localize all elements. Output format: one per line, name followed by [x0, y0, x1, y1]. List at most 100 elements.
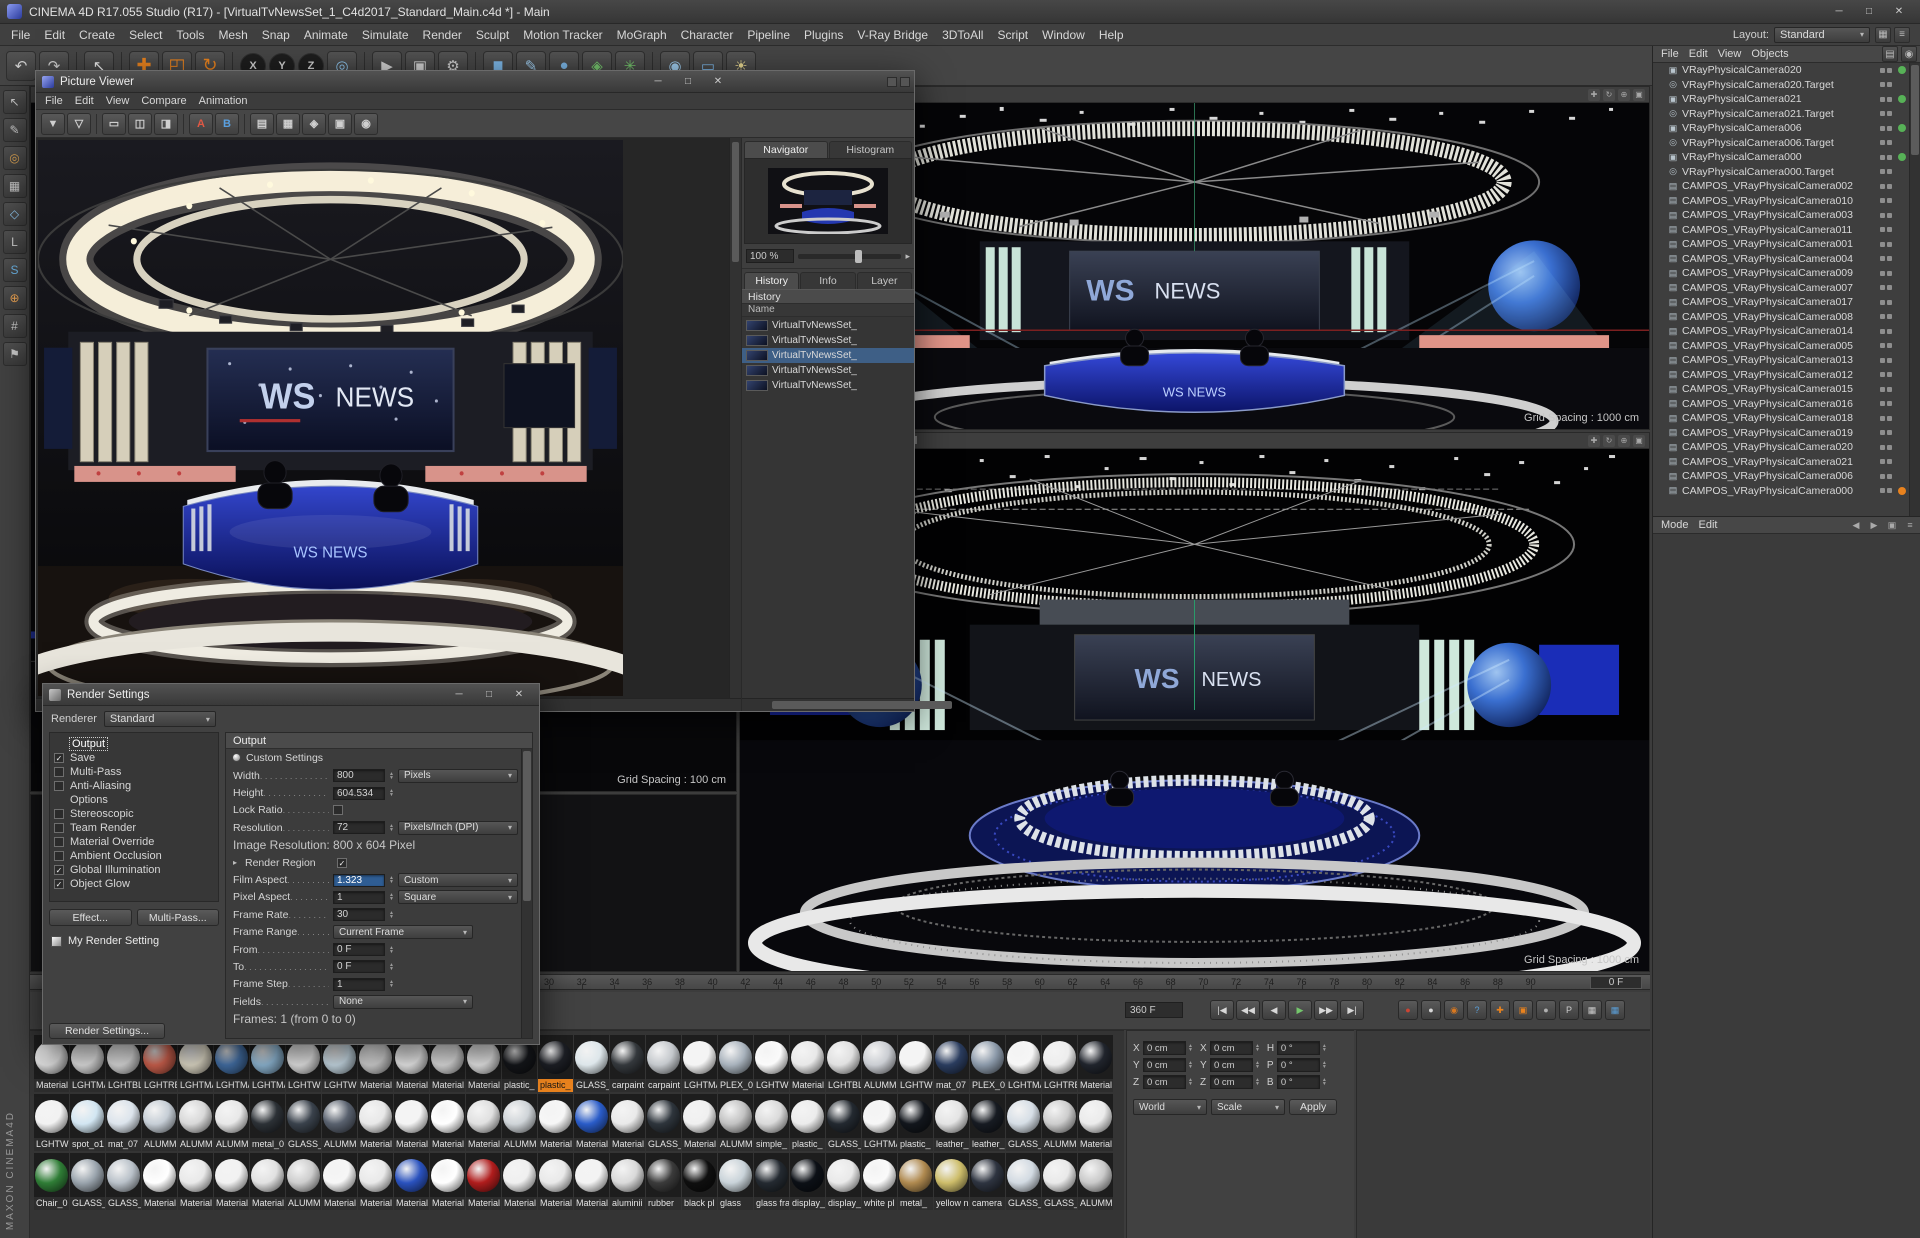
timeline-tick[interactable]: 78	[1327, 975, 1341, 989]
visibility-dots-icon[interactable]	[1880, 111, 1892, 117]
material-item[interactable]: ALUMM	[214, 1094, 249, 1151]
timeline-tick[interactable]: 82	[1393, 975, 1407, 989]
field-value[interactable]: 72	[333, 821, 385, 835]
material-item[interactable]: simple_	[754, 1094, 789, 1151]
scrollbar-thumb[interactable]	[772, 701, 952, 709]
timeline-tick[interactable]: 72	[1229, 975, 1243, 989]
object-row[interactable]: ▤ CAMPOS_VRayPhysicalCamera002	[1653, 179, 1920, 194]
timeline-tick[interactable]: 50	[869, 975, 883, 989]
om-menu-edit[interactable]: Edit	[1684, 48, 1713, 60]
grid-view-icon[interactable]: ▤	[250, 112, 274, 135]
object-state-icon[interactable]	[1898, 66, 1906, 75]
magnet-tool-icon[interactable]: ◎	[2, 146, 27, 170]
timeline-tick[interactable]: 38	[673, 975, 687, 989]
tab-histogram[interactable]: Histogram	[828, 141, 912, 158]
object-row[interactable]: ▤ CAMPOS_VRayPhysicalCamera019	[1653, 426, 1920, 441]
object-row[interactable]: ▤ CAMPOS_VRayPhysicalCamera010	[1653, 194, 1920, 209]
material-item[interactable]: LGHTREI	[1042, 1035, 1077, 1092]
history-forward-icon[interactable]: ▶	[1867, 520, 1881, 531]
material-item[interactable]: black pl	[682, 1153, 717, 1210]
material-item[interactable]: glass fra	[754, 1153, 789, 1210]
material-item[interactable]: carpaint	[646, 1035, 681, 1092]
material-item[interactable]: GLASS_	[646, 1094, 681, 1151]
image-vertical-scrollbar[interactable]	[729, 138, 741, 698]
object-state-icon[interactable]	[1898, 486, 1906, 495]
om-filter-icon[interactable]: ▤	[1882, 46, 1898, 62]
stepper-icon[interactable]	[389, 772, 394, 780]
minimize-button[interactable]: ─	[644, 73, 672, 90]
sculpt-tool-icon[interactable]: S	[2, 258, 27, 282]
pen-tool-icon[interactable]: ✎	[2, 118, 27, 142]
material-item[interactable]: Material	[178, 1153, 213, 1210]
snap-tool-icon[interactable]: ◇	[2, 202, 27, 226]
timeline-tick[interactable]: 46	[804, 975, 818, 989]
coord-input[interactable]: 0 cm	[1143, 1041, 1186, 1055]
menu-3dtoall[interactable]: 3DToAll	[935, 28, 990, 42]
maximize-button[interactable]: □	[1855, 3, 1883, 20]
name-column-header[interactable]: Name	[742, 304, 914, 317]
material-item[interactable]: Material	[358, 1094, 393, 1151]
material-item[interactable]: yellow n	[934, 1153, 969, 1210]
checkbox[interactable]	[54, 781, 64, 791]
visibility-dots-icon[interactable]	[1880, 459, 1892, 465]
material-item[interactable]: Material	[682, 1094, 717, 1151]
material-item[interactable]: GLASS_	[286, 1094, 321, 1151]
menu-v-ray-bridge[interactable]: V-Ray Bridge	[850, 28, 935, 42]
swap-compare-icon[interactable]: ◨	[154, 112, 178, 135]
material-item[interactable]: ALUMM	[862, 1035, 897, 1092]
filter-view-icon[interactable]: ◈	[302, 112, 326, 135]
object-row[interactable]: ▤ CAMPOS_VRayPhysicalCamera007	[1653, 281, 1920, 296]
pv-menu-file[interactable]: File	[39, 95, 69, 107]
material-item[interactable]: LGHTBLI	[826, 1035, 861, 1092]
menu-mesh[interactable]: Mesh	[211, 28, 254, 42]
mesh-tool-icon[interactable]: ▦	[2, 174, 27, 198]
workplane-tool-icon[interactable]: L	[2, 230, 27, 254]
coord-input[interactable]: 0 cm	[1209, 1075, 1253, 1089]
material-item[interactable]: ALUMM	[322, 1094, 357, 1151]
stepper-icon[interactable]	[389, 789, 394, 797]
compare-view-icon[interactable]: ◫	[128, 112, 152, 135]
visibility-dots-icon[interactable]	[1880, 299, 1892, 305]
visibility-dots-icon[interactable]	[1880, 169, 1892, 175]
menu-sculpt[interactable]: Sculpt	[469, 28, 516, 42]
field-value[interactable]: 1	[333, 977, 385, 991]
material-item[interactable]: display_	[790, 1153, 825, 1210]
object-state-icon[interactable]	[1898, 153, 1906, 162]
material-item[interactable]: metal_0	[250, 1094, 285, 1151]
key-scale-button[interactable]: ▣	[1513, 1000, 1533, 1020]
timeline-tick[interactable]: 48	[836, 975, 850, 989]
checkbox[interactable]	[333, 805, 343, 816]
duration-field[interactable]: 360 F	[1125, 1002, 1183, 1018]
timeline-tick[interactable]: 70	[1196, 975, 1210, 989]
material-item[interactable]: Material	[610, 1094, 645, 1151]
visibility-dots-icon[interactable]	[1880, 241, 1892, 247]
key-rotation-button[interactable]: ●	[1536, 1000, 1556, 1020]
timeline-tick[interactable]: 34	[607, 975, 621, 989]
dock-icon[interactable]	[887, 76, 897, 87]
rs-section-multi-pass[interactable]: Multi-Pass	[50, 765, 218, 779]
menu-file[interactable]: File	[4, 28, 37, 42]
visibility-dots-icon[interactable]	[1880, 401, 1892, 407]
history-scrollbar[interactable]	[742, 698, 952, 711]
material-item[interactable]: glass	[718, 1153, 753, 1210]
checkbox[interactable]	[54, 809, 64, 819]
object-row[interactable]: ▤ CAMPOS_VRayPhysicalCamera009	[1653, 266, 1920, 281]
timeline-tick[interactable]: 74	[1262, 975, 1276, 989]
goto-start-button[interactable]: |◀	[1210, 1000, 1234, 1020]
material-item[interactable]: Material	[394, 1153, 429, 1210]
timeline-tick[interactable]: 44	[771, 975, 785, 989]
object-manager-scrollbar[interactable]	[1909, 63, 1920, 516]
material-item[interactable]: Material	[430, 1153, 465, 1210]
coord-input[interactable]: 0 cm	[1209, 1058, 1253, 1072]
minimize-button[interactable]: ─	[1825, 3, 1853, 20]
coord-input[interactable]: 0 °	[1276, 1075, 1320, 1089]
material-item[interactable]: Material	[466, 1094, 501, 1151]
visibility-dots-icon[interactable]	[1880, 430, 1892, 436]
material-item[interactable]: Material	[250, 1153, 285, 1210]
custom-settings-row[interactable]: Custom Settings	[226, 749, 532, 766]
material-item[interactable]: Material	[538, 1153, 573, 1210]
om-menu-view[interactable]: View	[1713, 48, 1747, 60]
stepper-icon[interactable]	[389, 980, 394, 988]
menu-character[interactable]: Character	[674, 28, 741, 42]
material-item[interactable]: ALUMM	[178, 1094, 213, 1151]
